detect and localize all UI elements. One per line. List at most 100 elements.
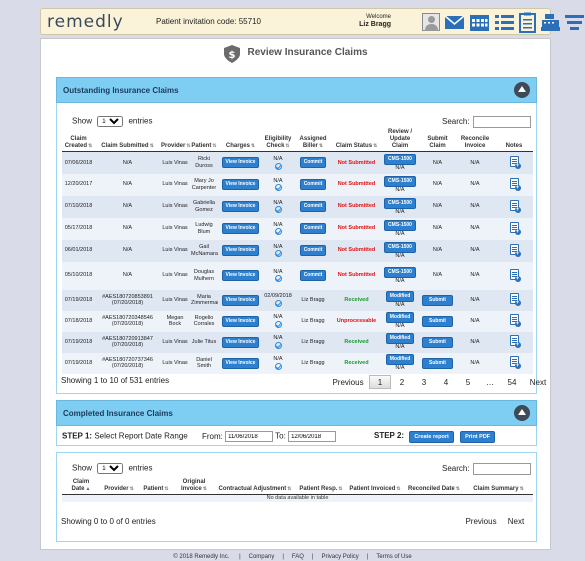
add-note-icon[interactable] bbox=[509, 314, 521, 328]
page-button[interactable]: 4 bbox=[435, 378, 457, 387]
to-date-input[interactable] bbox=[288, 431, 337, 442]
commit-button[interactable]: Commit bbox=[299, 223, 327, 234]
cms-1500-button[interactable]: CMS-1500 bbox=[384, 154, 416, 165]
add-note-icon[interactable] bbox=[509, 335, 521, 349]
column-header[interactable]: Claim Summary⇅ bbox=[464, 478, 533, 495]
view-invoice-button[interactable]: View Invoice bbox=[221, 179, 260, 190]
commit-button[interactable]: Commit bbox=[299, 270, 327, 281]
check-circle-icon[interactable] bbox=[274, 299, 282, 307]
outstanding-claims-header[interactable]: Outstanding Insurance Claims bbox=[56, 77, 537, 103]
app-logo[interactable]: remedly bbox=[47, 12, 124, 32]
column-header[interactable]: Submit Claim bbox=[420, 128, 455, 152]
completed-search-input[interactable] bbox=[472, 463, 531, 475]
modified-button[interactable]: Modified bbox=[385, 291, 415, 303]
check-circle-icon[interactable] bbox=[274, 362, 282, 370]
modified-button[interactable]: Modified bbox=[385, 354, 415, 366]
footer-link[interactable]: Terms of Use bbox=[376, 554, 411, 560]
column-header[interactable]: Claim Status⇅ bbox=[333, 128, 380, 152]
column-header[interactable]: Claim Date▲ bbox=[62, 478, 100, 495]
add-note-icon[interactable] bbox=[509, 293, 521, 307]
add-note-icon[interactable] bbox=[509, 221, 521, 235]
column-header[interactable]: Charges⇅ bbox=[218, 128, 263, 152]
modified-button[interactable]: Modified bbox=[385, 333, 415, 345]
column-header[interactable]: Assigned Biller⇅ bbox=[293, 128, 333, 152]
mail-icon[interactable] bbox=[444, 12, 465, 33]
column-header[interactable]: Review / Update Claim bbox=[380, 128, 420, 152]
user-avatar[interactable] bbox=[422, 13, 440, 31]
page-button[interactable]: 3 bbox=[413, 378, 435, 387]
add-note-icon[interactable] bbox=[509, 199, 521, 213]
submit-button[interactable]: Submit bbox=[422, 357, 453, 369]
view-invoice-button[interactable]: View Invoice bbox=[221, 357, 260, 369]
view-invoice-button[interactable]: View Invoice bbox=[221, 294, 260, 306]
column-header[interactable]: Provider⇅ bbox=[160, 128, 191, 152]
cms-1500-button[interactable]: CMS-1500 bbox=[384, 241, 416, 253]
check-circle-icon[interactable] bbox=[274, 228, 282, 236]
add-note-icon[interactable] bbox=[509, 268, 521, 282]
column-header[interactable]: Notes bbox=[495, 128, 533, 152]
column-header[interactable]: Claim Created⇅ bbox=[62, 128, 95, 152]
next-page-button[interactable]: Next bbox=[523, 378, 553, 387]
column-header[interactable]: Patient Resp.⇅ bbox=[296, 478, 346, 495]
column-header[interactable]: Eligibility Check⇅ bbox=[263, 128, 293, 152]
column-header[interactable]: Contractual Adjustment⇅ bbox=[214, 478, 296, 495]
cms-1500-button[interactable]: CMS-1500 bbox=[384, 175, 416, 187]
add-note-icon[interactable] bbox=[509, 156, 521, 169]
page-button[interactable]: 1 bbox=[369, 375, 391, 389]
completed-previous-button[interactable]: Previous bbox=[459, 517, 503, 526]
column-header[interactable]: Original Invoice⇅ bbox=[174, 478, 214, 495]
submit-button[interactable]: Submit bbox=[422, 294, 453, 306]
footer-link[interactable]: Privacy Policy bbox=[321, 554, 358, 560]
print-pdf-button[interactable]: Print PDF bbox=[460, 431, 496, 443]
collapse-up-icon[interactable] bbox=[514, 405, 530, 421]
view-invoice-button[interactable]: View Invoice bbox=[221, 270, 260, 281]
add-note-icon[interactable] bbox=[509, 177, 521, 191]
page-button[interactable]: 54 bbox=[501, 378, 523, 387]
completed-next-button[interactable]: Next bbox=[503, 517, 529, 526]
search-input[interactable] bbox=[472, 116, 531, 128]
view-invoice-button[interactable]: View Invoice bbox=[221, 223, 260, 234]
check-circle-icon[interactable] bbox=[274, 184, 282, 192]
commit-button[interactable]: Commit bbox=[299, 245, 327, 256]
calendar-icon[interactable] bbox=[469, 12, 490, 33]
commit-button[interactable]: Commit bbox=[299, 201, 327, 212]
add-note-icon[interactable] bbox=[509, 356, 521, 370]
footer-link[interactable]: FAQ bbox=[292, 554, 304, 560]
view-invoice-button[interactable]: View Invoice bbox=[221, 201, 260, 212]
modified-button[interactable]: Modified bbox=[385, 312, 415, 324]
cash-register-icon[interactable] bbox=[540, 12, 561, 33]
create-report-button[interactable]: Create report bbox=[409, 431, 454, 443]
page-size-select[interactable]: 10 bbox=[97, 116, 124, 127]
commit-button[interactable]: Commit bbox=[299, 157, 327, 169]
menu-icon[interactable] bbox=[564, 12, 585, 33]
list-icon[interactable] bbox=[494, 12, 515, 33]
check-circle-icon[interactable] bbox=[274, 341, 282, 349]
check-circle-icon[interactable] bbox=[274, 275, 282, 283]
column-header[interactable]: Patient⇅ bbox=[138, 478, 174, 495]
check-circle-icon[interactable] bbox=[274, 250, 282, 258]
submit-button[interactable]: Submit bbox=[422, 336, 453, 348]
check-circle-icon[interactable] bbox=[274, 206, 282, 214]
page-button[interactable]: 5 bbox=[457, 378, 479, 387]
cms-1500-button[interactable]: CMS-1500 bbox=[384, 197, 416, 209]
clipboard-icon[interactable] bbox=[517, 12, 538, 33]
check-circle-icon[interactable] bbox=[274, 320, 282, 328]
column-header[interactable]: Reconciled Date⇅ bbox=[404, 478, 464, 495]
column-header[interactable]: Patient Invoiced⇅ bbox=[346, 478, 404, 495]
previous-page-button[interactable]: Previous bbox=[327, 378, 369, 387]
column-header[interactable]: Patient⇅ bbox=[190, 128, 218, 152]
from-date-input[interactable] bbox=[225, 431, 274, 442]
cms-1500-button[interactable]: CMS-1500 bbox=[384, 266, 416, 278]
view-invoice-button[interactable]: View Invoice bbox=[221, 245, 260, 256]
view-invoice-button[interactable]: View Invoice bbox=[221, 157, 260, 169]
commit-button[interactable]: Commit bbox=[299, 179, 327, 190]
check-circle-icon[interactable] bbox=[274, 162, 282, 170]
page-button[interactable]: 2 bbox=[391, 378, 413, 387]
submit-button[interactable]: Submit bbox=[422, 315, 453, 327]
completed-claims-header[interactable]: Completed Insurance Claims bbox=[56, 400, 537, 426]
footer-link[interactable]: Company bbox=[249, 554, 275, 560]
column-header[interactable]: Provider⇅ bbox=[100, 478, 138, 495]
view-invoice-button[interactable]: View Invoice bbox=[221, 336, 260, 348]
column-header[interactable]: Reconcile Invoice bbox=[455, 128, 495, 152]
completed-page-size-select[interactable]: 10 bbox=[97, 463, 124, 474]
